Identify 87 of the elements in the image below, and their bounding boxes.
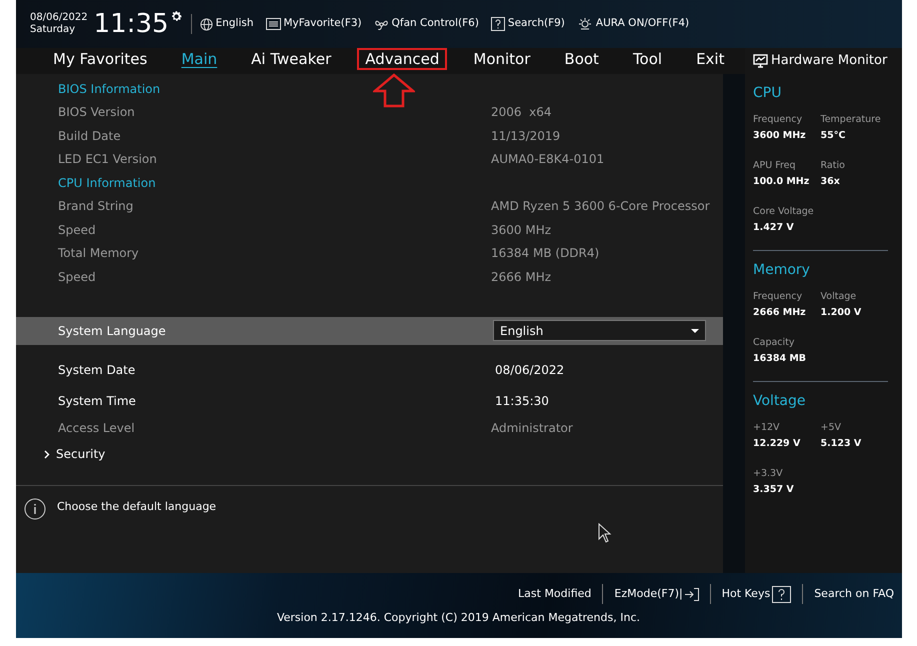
setting-value[interactable]: 11:35:30: [495, 392, 549, 410]
monitor-section-title: CPU: [753, 84, 782, 103]
light-icon: [576, 17, 593, 31]
mouse-pointer-icon: [598, 523, 612, 543]
reading-label: +3.3V: [753, 467, 784, 481]
setting-row[interactable]: System Language English: [16, 316, 723, 344]
info-icon: [24, 498, 46, 520]
reading-value: 2666 MHz: [753, 306, 807, 320]
toolbar-button[interactable]: Search(F9): [490, 16, 565, 32]
setting-label: LED EC1 Version: [58, 151, 158, 168]
reading-value: 5.123 V: [820, 437, 862, 451]
weekday-text: Saturday: [30, 24, 76, 36]
setting-value: AUMA0-E8K4-0101: [491, 151, 604, 168]
setting-label: Build Date: [58, 128, 122, 145]
nav-tab[interactable]: Main: [175, 50, 224, 68]
reading-value: 3600 MHz: [753, 129, 807, 143]
section-heading: BIOS Information: [58, 80, 160, 98]
nav-tab[interactable]: Monitor: [467, 50, 536, 68]
setting-value: 3600 MHz: [491, 222, 552, 239]
footer-link[interactable]: Search on FAQ: [814, 586, 894, 602]
globe-icon: [200, 18, 213, 30]
reading-value: 1.200 V: [820, 306, 862, 320]
setting-label: System Time: [58, 393, 137, 410]
toolbar-button[interactable]: English: [200, 16, 254, 32]
list-icon: [266, 18, 280, 30]
reading-value: 100.0 MHz: [753, 175, 810, 189]
setting-value: Administrator: [491, 420, 573, 438]
reading-label: Voltage: [820, 290, 858, 304]
monitor-section-title: Voltage: [753, 392, 807, 411]
footer-link[interactable]: EzMode(F7)|: [614, 586, 699, 602]
help-text: Choose the default language: [57, 499, 216, 515]
help-box-icon: [772, 586, 792, 603]
reading-label: APU Freq: [753, 159, 797, 173]
nav-tab[interactable]: Tool: [626, 50, 668, 68]
reading-value: 1.427 V: [753, 221, 795, 235]
reading-label: Frequency: [753, 290, 804, 304]
setting-label: Speed: [58, 222, 97, 239]
reading-label: Capacity: [753, 336, 796, 350]
monitor-icon: [753, 54, 768, 68]
help-box-icon: [490, 17, 505, 31]
reading-value: 12.229 V: [753, 437, 802, 451]
reading-value: 16384 MB: [753, 352, 808, 366]
setting-value: AMD Ryzen 5 3600 6-Core Processor: [491, 198, 710, 216]
setting-label: Speed: [58, 268, 97, 286]
caret-icon: [691, 328, 699, 332]
setting-value: 2006 x64: [491, 104, 552, 122]
setting-label: System Language: [58, 322, 167, 340]
reading-label: Core Voltage: [753, 205, 815, 219]
setting-label: Total Memory: [58, 245, 140, 262]
reading-label: +12V: [753, 421, 781, 435]
setting-label: BIOS Version: [58, 104, 136, 122]
submenu-link[interactable]: Security: [56, 445, 106, 463]
setting-label: Access Level: [58, 420, 136, 438]
reading-label: +5V: [820, 421, 842, 435]
language-dropdown[interactable]: English: [493, 320, 706, 341]
section-heading: CPU Information: [58, 174, 156, 192]
panel-title: Hardware Monitor: [771, 52, 888, 70]
toolbar-button[interactable]: MyFavorite(F3): [266, 16, 362, 32]
exit-arrow-icon: [684, 588, 699, 601]
reading-label: Ratio: [820, 159, 846, 173]
reading-label: Temperature: [820, 113, 882, 127]
footer-link[interactable]: Hot Keys: [722, 586, 792, 603]
reading-value: 3.357 V: [753, 483, 795, 497]
toolbar-button[interactable]: AURA ON/OFF(F4): [576, 16, 690, 32]
monitor-section-title: Memory: [753, 261, 811, 280]
setting-value: 2666 MHz: [491, 268, 552, 286]
version-text: Version 2.17.1246. Copyright (C) 2019 American Megatrends, Inc.: [276, 610, 640, 626]
nav-tab[interactable]: Ai Tweaker: [245, 50, 338, 68]
toolbar-button[interactable]: Qfan Control(F6): [374, 16, 479, 32]
settings-icon[interactable]: [170, 10, 183, 23]
chevron-icon: [44, 450, 50, 458]
nav-tab[interactable]: Boot: [558, 50, 605, 68]
reading-value: 36x: [820, 175, 841, 189]
setting-value: 16384 MB (DDR4): [491, 245, 600, 262]
setting-label: Brand String: [58, 198, 134, 216]
arrow-annotation: [373, 73, 416, 108]
reading-label: Frequency: [753, 113, 804, 127]
footer-link[interactable]: Last Modified: [518, 586, 592, 602]
clock-text: 11:35: [94, 11, 169, 37]
setting-label: System Date: [58, 362, 136, 379]
reading-value: 55°C: [820, 129, 846, 143]
nav-tab[interactable]: Exit: [690, 50, 730, 68]
nav-tab[interactable]: Advanced: [359, 50, 446, 68]
date-text: 08/06/2022: [30, 12, 88, 24]
nav-tab[interactable]: My Favorites: [47, 50, 154, 68]
setting-value[interactable]: 08/06/2022: [495, 361, 564, 379]
setting-value: 11/13/2019: [491, 128, 560, 145]
